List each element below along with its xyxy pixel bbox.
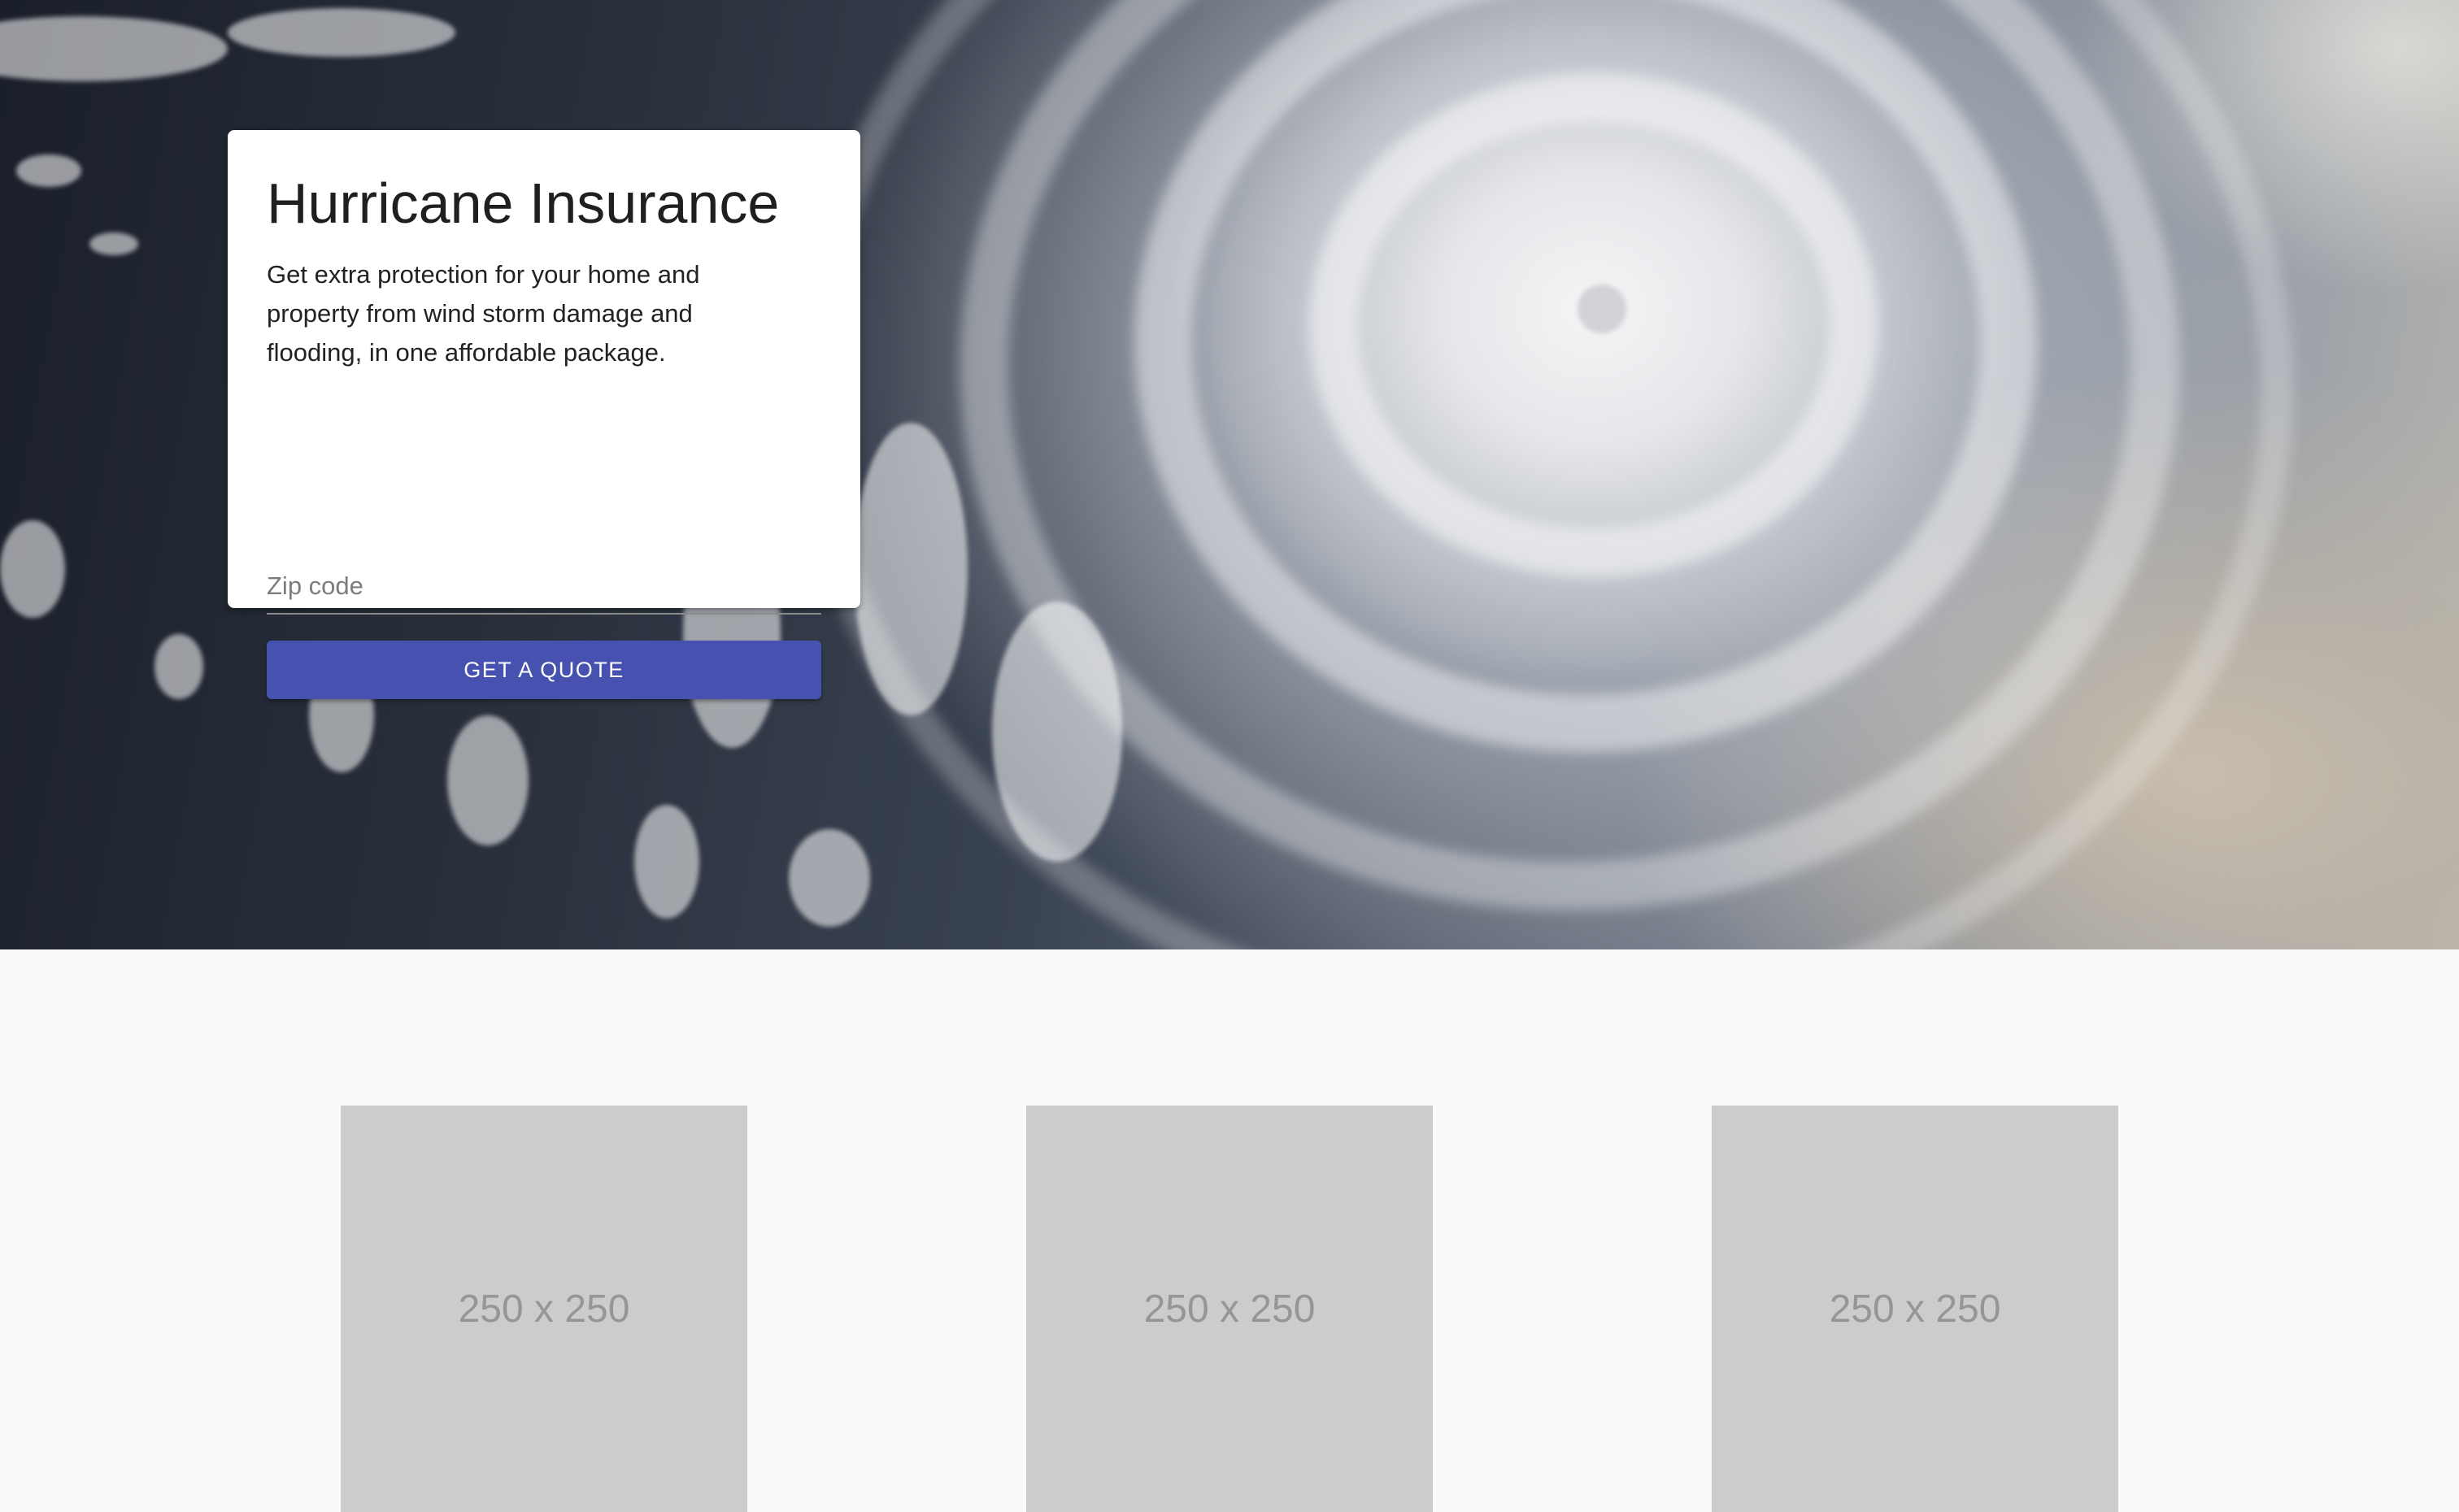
placeholder-row: 250 x 250 250 x 250 250 x 250 — [0, 1106, 2459, 1512]
placeholder-label: 250 x 250 — [1829, 1287, 2001, 1331]
placeholder-label: 250 x 250 — [458, 1287, 630, 1331]
placeholder-image-3: 250 x 250 — [1712, 1106, 2118, 1512]
placeholder-label: 250 x 250 — [1143, 1287, 1316, 1331]
placeholder-image-2: 250 x 250 — [1026, 1106, 1433, 1512]
page-title: Hurricane Insurance — [267, 172, 780, 235]
zip-code-input[interactable] — [267, 559, 821, 613]
get-quote-button[interactable]: GET A QUOTE — [267, 641, 821, 699]
hero-description: Get extra protection for your home and p… — [267, 260, 700, 367]
quote-card: Hurricane Insurance Get extra protection… — [228, 130, 860, 699]
zip-code-field[interactable] — [267, 559, 821, 615]
placeholder-image-1: 250 x 250 — [341, 1106, 747, 1512]
